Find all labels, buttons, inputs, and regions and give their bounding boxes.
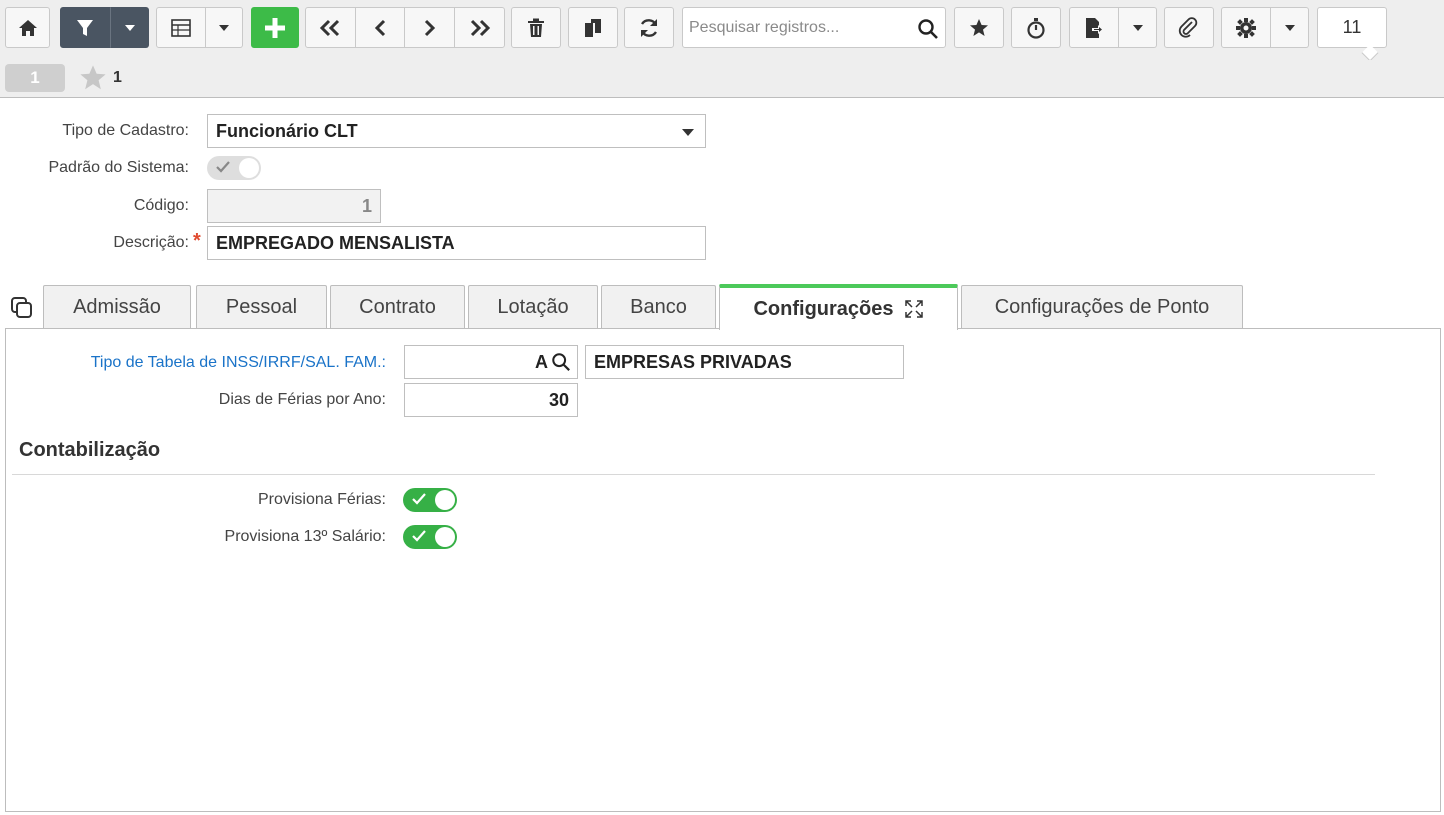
plus-icon	[265, 17, 285, 38]
next-record-button[interactable]	[405, 8, 454, 47]
copy-tabs-icon[interactable]	[10, 296, 34, 320]
tab-label: Lotação	[497, 296, 569, 318]
grid-view-dropdown-button[interactable]	[206, 7, 243, 48]
trash-icon	[528, 18, 544, 37]
double-chevron-left-icon	[319, 19, 340, 36]
record-count-badge: 11	[1317, 7, 1387, 48]
chevron-left-icon	[374, 19, 386, 36]
check-icon	[412, 530, 426, 542]
copy-icon	[585, 18, 601, 37]
dias-ferias-input[interactable]: 30	[404, 383, 578, 417]
record-bar: 1 1	[0, 60, 1444, 98]
caret-down-icon	[1284, 24, 1295, 31]
first-record-button[interactable]	[305, 8, 355, 47]
table-icon	[171, 18, 191, 37]
tipo-cadastro-select[interactable]: Funcionário CLT	[207, 114, 706, 148]
search-input[interactable]	[689, 16, 914, 40]
section-title-contabilizacao: Contabilização	[19, 439, 161, 461]
home-button[interactable]	[5, 7, 50, 48]
duplicate-button[interactable]	[568, 7, 618, 48]
toggle-knob	[239, 158, 259, 178]
caret-down-icon	[219, 24, 229, 31]
tipo-tabela-label[interactable]: Tipo de Tabela de INSS/IRRF/SAL. FAM.:	[91, 354, 386, 372]
provisiona-ferias-toggle[interactable]	[403, 488, 457, 512]
search-box	[682, 7, 946, 48]
filter-button[interactable]	[60, 7, 110, 48]
grid-view-button[interactable]	[156, 7, 206, 48]
required-indicator: *	[193, 230, 201, 252]
provisiona-ferias-label: Provisiona Férias:	[257, 491, 386, 508]
tab-label: Pessoal	[225, 296, 298, 318]
last-record-button[interactable]	[455, 8, 504, 47]
expand-icon[interactable]	[904, 299, 924, 319]
tab-label: Configurações de Ponto	[994, 296, 1210, 318]
current-record-pill[interactable]: 1	[5, 64, 65, 92]
favorites-star-icon[interactable]	[79, 64, 107, 92]
chevron-right-icon	[424, 19, 435, 36]
delete-button[interactable]	[511, 7, 561, 48]
tab-pessoal[interactable]: Pessoal	[196, 285, 327, 329]
attachment-button[interactable]	[1164, 7, 1214, 48]
check-icon	[216, 161, 230, 173]
timer-button[interactable]	[1011, 7, 1061, 48]
paperclip-icon	[1178, 16, 1198, 38]
codigo-field: 1	[207, 189, 381, 223]
tab-label: Configurações	[753, 297, 894, 320]
home-icon	[18, 19, 37, 36]
tab-label: Banco	[630, 296, 687, 318]
settings-dropdown-button[interactable]	[1271, 7, 1309, 48]
lookup-search-icon[interactable]	[551, 352, 571, 372]
tipo-cadastro-label: Tipo de Cadastro:	[62, 122, 189, 139]
search-icon[interactable]	[917, 18, 939, 40]
file-export-icon	[1086, 17, 1103, 38]
provisiona-13-toggle[interactable]	[403, 525, 457, 549]
tab-banco[interactable]: Banco	[601, 285, 716, 329]
tab-configuracoes-ponto[interactable]: Configurações de Ponto	[961, 285, 1243, 329]
export-dropdown-button[interactable]	[1119, 7, 1157, 48]
favorites-count: 1	[113, 69, 122, 86]
add-record-button[interactable]	[251, 7, 299, 48]
section-divider	[12, 474, 1375, 475]
toggle-knob	[435, 527, 455, 547]
export-button[interactable]	[1069, 7, 1119, 48]
filter-dropdown-button[interactable]	[110, 7, 149, 48]
tab-lotacao[interactable]: Lotação	[468, 285, 598, 329]
caret-down-icon	[682, 129, 694, 136]
settings-button[interactable]	[1221, 7, 1271, 48]
favorite-button[interactable]	[954, 7, 1004, 48]
tipo-tabela-code-input[interactable]: A	[404, 345, 578, 379]
check-icon	[412, 493, 426, 505]
previous-record-button[interactable]	[356, 8, 404, 47]
caret-down-icon	[1132, 24, 1143, 31]
dias-ferias-label: Dias de Férias por Ano:	[218, 391, 386, 408]
refresh-icon	[640, 18, 658, 37]
codigo-label: Código:	[133, 197, 189, 214]
descricao-label: Descrição:	[113, 234, 189, 251]
tipo-tabela-description: EMPRESAS PRIVADAS	[585, 345, 904, 379]
double-chevron-right-icon	[470, 19, 490, 36]
star-icon	[970, 18, 988, 36]
padrao-sistema-toggle[interactable]	[207, 156, 261, 180]
refresh-button[interactable]	[624, 7, 674, 48]
tab-configuracoes[interactable]: Configurações	[719, 284, 958, 330]
padrao-sistema-label: Padrão do Sistema:	[48, 159, 189, 176]
tab-admissao[interactable]: Admissão	[43, 285, 191, 329]
tab-label: Admissão	[73, 296, 161, 318]
tab-label: Contrato	[359, 296, 436, 318]
stopwatch-icon	[1027, 17, 1045, 39]
toolbar: 11	[0, 0, 1444, 62]
tab-contrato[interactable]: Contrato	[330, 285, 465, 329]
caret-down-icon	[124, 24, 135, 31]
gear-icon	[1236, 17, 1256, 38]
toggle-knob	[435, 490, 455, 510]
provisiona-13-label: Provisiona 13º Salário:	[224, 528, 386, 545]
tipo-cadastro-value: Funcionário CLT	[216, 120, 358, 141]
tipo-tabela-code: A	[535, 351, 548, 372]
descricao-input[interactable]: EMPREGADO MENSALISTA	[207, 226, 706, 260]
filter-icon	[77, 19, 93, 36]
